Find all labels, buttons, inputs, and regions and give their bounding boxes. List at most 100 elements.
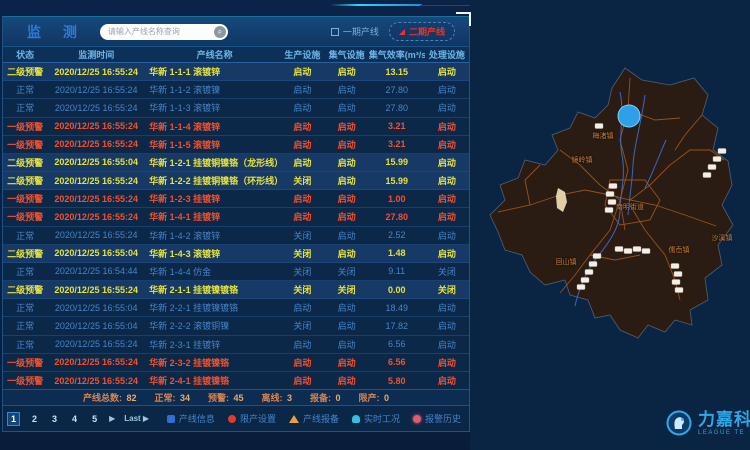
status-cell: 正常 (3, 265, 47, 278)
square-icon (167, 415, 175, 423)
table-row[interactable]: 正常2020/12/25 16:55:24华新 1-1-2 滚镀镍启动启动27.… (3, 81, 469, 99)
page-button[interactable]: 2 (29, 413, 40, 425)
line-name-cell: 华新 1-4-3 滚镀锌 (145, 247, 280, 260)
device-marker[interactable] (577, 285, 585, 290)
column-header: 集气效率(m³/s) (369, 48, 425, 61)
table-row[interactable]: 二级预警2020/12/25 16:55:24华新 2-1-1 挂镀镍镀铬关闭关… (3, 281, 469, 299)
device-marker[interactable] (633, 247, 641, 252)
treatment-cell: 启动 (425, 120, 469, 133)
table-row[interactable]: 一级预警2020/12/25 16:55:24华新 1-1-4 滚镀锌启动启动3… (3, 118, 469, 136)
legend-item-square[interactable]: 产线信息 (167, 412, 215, 425)
device-marker[interactable] (672, 280, 680, 285)
search-icon[interactable]: ⌕ (214, 26, 226, 38)
device-marker[interactable] (624, 249, 632, 254)
production-cell: 启动 (280, 65, 324, 78)
search-box[interactable]: ⌕ (100, 24, 228, 40)
table-row[interactable]: 正常2020/12/25 16:55:04华新 2-2-2 滚镀铜镍关闭启动17… (3, 317, 469, 335)
table-row[interactable]: 一级预警2020/12/25 16:55:24华新 1-2-3 挂镀锌启动启动1… (3, 190, 469, 208)
treatment-cell: 启动 (425, 156, 469, 169)
efficiency-cell: 15.99 (369, 176, 425, 186)
page-button[interactable]: 3 (49, 413, 60, 425)
legend-item-triangle[interactable]: 产线报备 (289, 412, 339, 425)
production-cell: 启动 (280, 192, 324, 205)
line-name-cell: 华新 1-1-3 滚镀锌 (145, 101, 280, 114)
device-marker[interactable] (674, 272, 682, 277)
time-cell: 2020/12/25 16:55:24 (47, 194, 145, 204)
triangle-icon (289, 415, 299, 423)
table-row[interactable]: 正常2020/12/25 16:55:24华新 2-3-1 挂镀锌启动启动6.5… (3, 336, 469, 354)
device-marker[interactable] (642, 249, 650, 254)
alert-bubble-marker[interactable] (618, 105, 640, 127)
device-marker[interactable] (609, 184, 617, 189)
device-marker[interactable] (708, 165, 716, 170)
alert-circle-marker (618, 105, 640, 127)
device-marker[interactable] (608, 200, 616, 205)
status-cell: 正常 (3, 301, 47, 314)
device-marker[interactable] (585, 270, 593, 275)
page-button[interactable]: 1 (7, 412, 20, 426)
table-row[interactable]: 二级预警2020/12/25 16:55:24华新 1-2-2 挂镀铜镍铬（环形… (3, 172, 469, 190)
table-row[interactable]: 一级预警2020/12/25 16:55:24华新 1-1-5 滚镀锌启动启动3… (3, 136, 469, 154)
table-row[interactable]: 一级预警2020/12/25 16:55:24华新 2-3-2 挂镀镍铬启动启动… (3, 354, 469, 372)
legend-label: 实时工况 (364, 412, 400, 425)
gauge-icon (352, 415, 360, 423)
legend-bar: 产线信息限产设置产线报备 实时工况报警历史 (167, 412, 461, 425)
production-cell: 启动 (280, 83, 324, 96)
phase2-button[interactable]: ◢ 二期产线 (389, 22, 455, 41)
efficiency-cell: 6.56 (369, 339, 425, 349)
device-marker[interactable] (593, 254, 601, 259)
time-cell: 2020/12/25 16:55:24 (47, 103, 145, 113)
device-marker[interactable] (703, 173, 711, 178)
phase1-checkbox[interactable]: 一期产线 (331, 25, 379, 38)
device-marker[interactable] (606, 192, 614, 197)
device-marker[interactable] (675, 288, 683, 293)
last-page-button[interactable]: Last ▶ (124, 414, 149, 423)
summary-item: 报备: 0 (310, 391, 341, 404)
device-marker[interactable] (595, 124, 603, 129)
page-button[interactable]: 4 (69, 413, 80, 425)
production-cell: 关闭 (280, 265, 324, 278)
status-cell: 二级预警 (3, 156, 47, 169)
treatment-cell: 启动 (425, 247, 469, 260)
table-row[interactable]: 二级预警2020/12/25 16:55:04华新 1-4-3 滚镀锌关闭启动1… (3, 245, 469, 263)
legend-item-circle[interactable]: 限产设置 (228, 412, 276, 425)
brand-logo: 力嘉科技 LEAGUE TE (666, 410, 750, 436)
gas-cell: 启动 (325, 156, 369, 169)
legend-item-gauge[interactable]: 实时工况 (352, 412, 400, 425)
table-row[interactable]: 二级预警2020/12/25 16:55:04华新 1-2-1 挂镀铜镍铬（龙形… (3, 154, 469, 172)
device-marker[interactable] (718, 149, 726, 154)
efficiency-cell: 27.80 (369, 85, 425, 95)
table-row[interactable]: 正常2020/12/25 16:54:44华新 1-4-4 仿金关闭关闭9.11… (3, 263, 469, 281)
production-cell: 启动 (280, 120, 324, 133)
table-row[interactable]: 一级预警2020/12/25 16:55:24华新 1-4-1 挂镀锌启动启动2… (3, 208, 469, 226)
gas-cell: 启动 (325, 210, 369, 223)
legend-item-bell[interactable]: 报警历史 (413, 412, 461, 425)
table-row[interactable]: 正常2020/12/25 16:55:24华新 1-4-2 滚镀锌关闭启动2.5… (3, 227, 469, 245)
status-cell: 正常 (3, 319, 47, 332)
checkbox-icon[interactable] (331, 28, 339, 36)
table-row[interactable]: 正常2020/12/25 16:55:04华新 2-2-1 挂镀镍镀铬启动启动1… (3, 299, 469, 317)
device-marker[interactable] (581, 278, 589, 283)
page-button[interactable]: 5 (89, 413, 100, 425)
table-row[interactable]: 二级预警2020/12/25 16:55:24华新 1-1-1 滚镀锌启动启动1… (3, 63, 469, 81)
next-page-button[interactable]: ▶ (109, 414, 115, 423)
production-cell: 关闭 (280, 247, 324, 260)
production-cell: 关闭 (280, 283, 324, 296)
status-cell: 二级预警 (3, 283, 47, 296)
monitoring-panel: 监 测 ⌕ 一期产线 ◢ 二期产线 状态监测时间产线名称生产设施集气设施集气效率… (2, 16, 470, 432)
device-marker[interactable] (713, 157, 721, 162)
device-marker[interactable] (615, 247, 623, 252)
time-cell: 2020/12/25 16:55:24 (47, 139, 145, 149)
search-input[interactable] (108, 27, 214, 36)
device-marker[interactable] (605, 208, 613, 213)
treatment-cell: 启动 (425, 101, 469, 114)
status-cell: 一级预警 (3, 120, 47, 133)
production-cell: 启动 (280, 210, 324, 223)
device-marker[interactable] (671, 264, 679, 269)
table-row[interactable]: 正常2020/12/25 16:55:24华新 1-1-3 滚镀锌启动启动27.… (3, 99, 469, 117)
device-marker[interactable] (589, 262, 597, 267)
status-cell: 一级预警 (3, 356, 47, 369)
column-header: 生产设施 (280, 48, 324, 61)
line-name-cell: 华新 1-4-1 挂镀锌 (145, 210, 280, 223)
table-row[interactable]: 一级预警2020/12/25 16:55:24华新 2-4-1 挂镀镍铬启动启动… (3, 372, 469, 389)
